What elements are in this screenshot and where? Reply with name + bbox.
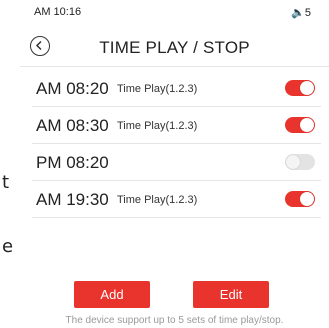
- footer-note: The device support up to 5 sets of time …: [65, 315, 284, 326]
- toggle-knob: [300, 118, 314, 132]
- status-bar: AM 10:16 🔈5: [20, 4, 329, 20]
- toggle-knob: [300, 192, 314, 206]
- schedule-row[interactable]: PM 08:20: [32, 144, 321, 181]
- background-text-t: t: [2, 172, 10, 193]
- page-title: TIME PLAY / STOP: [99, 38, 250, 57]
- schedule-toggle[interactable]: [285, 154, 315, 170]
- schedule-time: AM 08:30: [36, 116, 109, 135]
- schedule-toggle[interactable]: [285, 80, 315, 96]
- toggle-knob: [300, 81, 314, 95]
- status-time: AM 10:16: [34, 6, 82, 18]
- schedule-row[interactable]: AM 08:20 Time Play(1.2.3): [32, 70, 321, 107]
- edit-button[interactable]: Edit: [193, 281, 269, 308]
- schedule-time: AM 19:30: [36, 190, 109, 209]
- schedule-toggle[interactable]: [285, 191, 315, 207]
- schedule-mode: Time Play(1.2.3): [117, 120, 198, 132]
- page-header: TIME PLAY / STOP: [20, 30, 329, 67]
- schedule-mode: Time Play(1.2.3): [117, 194, 198, 206]
- schedule-list: AM 08:20 Time Play(1.2.3) AM 08:30 Time …: [32, 70, 321, 218]
- schedule-row[interactable]: AM 19:30 Time Play(1.2.3): [32, 181, 321, 218]
- schedule-mode: Time Play(1.2.3): [117, 83, 198, 95]
- volume-indicator: 🔈5: [291, 7, 311, 19]
- schedule-toggle[interactable]: [285, 117, 315, 133]
- background-text-fragment: t e: [0, 0, 20, 328]
- toggle-knob: [286, 155, 300, 169]
- schedule-row[interactable]: AM 08:30 Time Play(1.2.3): [32, 107, 321, 144]
- background-text-e: e: [2, 236, 14, 257]
- schedule-time: AM 08:20: [36, 79, 109, 98]
- add-button[interactable]: Add: [74, 281, 150, 308]
- schedule-time: PM 08:20: [36, 153, 109, 172]
- phone-screen: AM 10:16 🔈5 TIME PLAY / STOP AM 08:20 Ti…: [20, 0, 329, 328]
